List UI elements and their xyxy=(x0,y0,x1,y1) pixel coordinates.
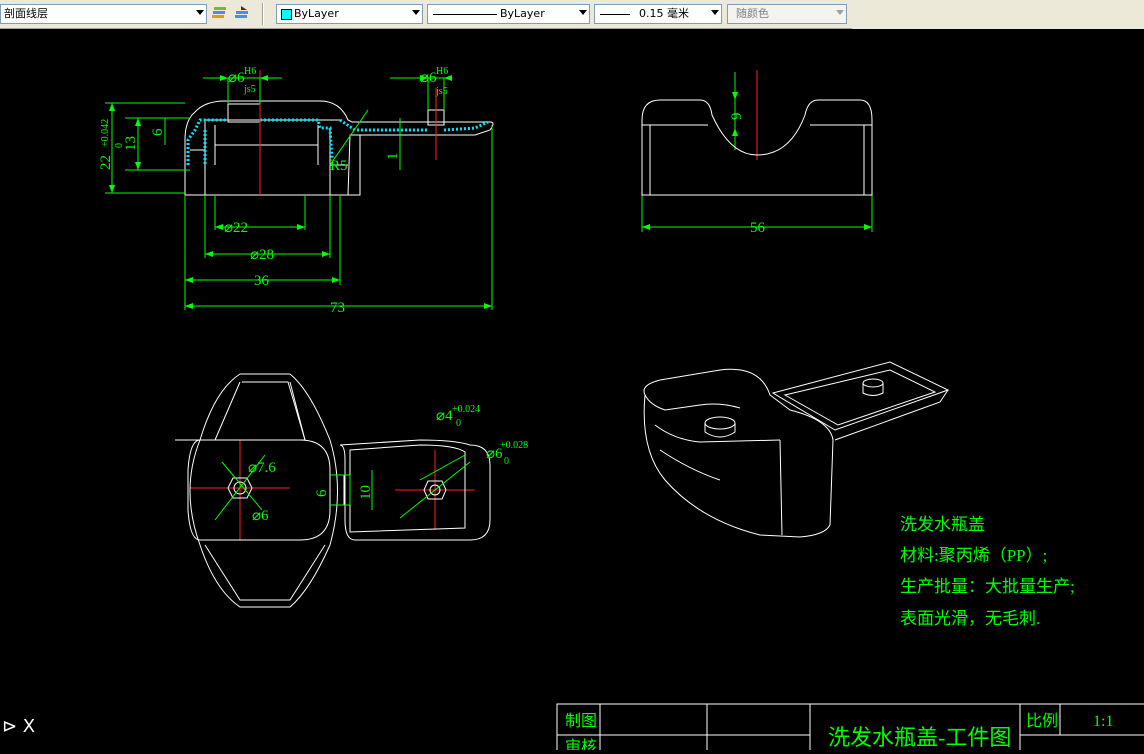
title-block-drawing-name: 洗发水瓶盖-工件图 xyxy=(828,725,1011,750)
title-block-scale-label: 比例 xyxy=(1026,712,1058,730)
dim-js5-left: js5 xyxy=(243,84,256,95)
dim-r5: R5 xyxy=(330,158,348,174)
dim-d6-left: ⌀6 xyxy=(228,70,245,86)
linetype-preview-icon xyxy=(433,14,497,15)
linetype-combo[interactable]: ByLayer xyxy=(427,4,590,24)
dim-d4-tol: +0.024 xyxy=(452,404,480,415)
dim-h6-left: H6 xyxy=(244,66,256,77)
drawing-canvas[interactable]: ⌀6 H6 js5 ⌀6 H6 js5 ⌀22 ⌀28 36 73 56 R5 … xyxy=(0,29,1144,754)
dim-d4: ⌀4 xyxy=(436,408,453,424)
command-prompt[interactable]: ⊳ X xyxy=(2,716,35,737)
layer-previous-icon[interactable] xyxy=(233,5,251,23)
section-view xyxy=(184,100,494,196)
dim-6: 6 xyxy=(150,128,166,136)
dim-73: 73 xyxy=(330,300,345,316)
chevron-down-icon[interactable] xyxy=(711,10,719,15)
dim-d4-tol-low: 0 xyxy=(456,418,461,429)
dim-10-v: 10 xyxy=(358,485,374,500)
note-batch: 生产批量：大批量生产; xyxy=(900,577,1075,596)
isometric-view xyxy=(643,361,950,538)
dim-1: 1 xyxy=(385,153,401,161)
lineweight-preview-icon xyxy=(600,14,630,15)
linetype-combo-value: ByLayer xyxy=(500,7,545,20)
note-title: 洗发水瓶盖 xyxy=(900,515,985,534)
color-swatch-icon xyxy=(281,9,292,20)
chevron-down-icon xyxy=(836,10,844,15)
dim-js5-right: js5 xyxy=(435,86,448,97)
lineweight-combo[interactable]: 0.15 毫米 xyxy=(594,4,722,24)
chevron-down-icon[interactable] xyxy=(412,10,420,15)
color-combo[interactable]: ByLayer xyxy=(276,4,423,24)
dim-d28: ⌀28 xyxy=(250,247,274,263)
dim-9: 9 xyxy=(729,113,745,121)
note-material: 材料:聚丙烯（PP）; xyxy=(900,546,1047,565)
dim-d6-hex: ⌀6 xyxy=(252,508,269,524)
layer-combo-value: 剖面线层 xyxy=(4,7,48,20)
layer-states-icon[interactable] xyxy=(210,5,228,23)
dim-d7-6: ⌀7.6 xyxy=(248,460,276,476)
dim-d6-right-tol-low: 0 xyxy=(504,456,509,467)
toolbar-separator xyxy=(262,3,264,25)
drawing-svg: ⌀6 H6 js5 ⌀6 H6 js5 ⌀22 ⌀28 36 73 56 R5 … xyxy=(98,66,1144,754)
note-surface: 表面光滑，无毛刺. xyxy=(900,609,1040,628)
plotstyle-combo-value: 随颜色 xyxy=(736,7,769,20)
dim-d22: ⌀22 xyxy=(224,220,248,236)
dim-13: 13 xyxy=(123,136,139,151)
dim-22: 22 xyxy=(98,155,114,170)
dim-h6-right: H6 xyxy=(436,66,448,77)
dimension-arrows xyxy=(109,75,872,309)
dim-d6-right-tol: +0.028 xyxy=(500,440,528,451)
layer-combo[interactable]: 剖面线层 xyxy=(0,4,207,24)
toolbar-empty-area xyxy=(852,0,1144,29)
properties-toolbar: 剖面线层 ByLayer ByLayer 0.15 毫米 随颜色 xyxy=(0,0,1144,29)
title-block-reviewed-by: 审核 xyxy=(565,738,597,750)
dim-22-tol: +0.042 xyxy=(100,119,111,147)
color-combo-value: ByLayer xyxy=(294,7,339,20)
chevron-down-icon[interactable] xyxy=(196,10,204,15)
chevron-down-icon[interactable] xyxy=(579,10,587,15)
lineweight-combo-value: 0.15 毫米 xyxy=(639,7,689,20)
dim-d6-right: ⌀6 xyxy=(420,70,437,86)
title-block-drawn-by: 制图 xyxy=(565,712,597,730)
plotstyle-combo: 随颜色 xyxy=(727,4,847,24)
dim-36: 36 xyxy=(254,273,270,289)
title-block-scale-value: 1:1 xyxy=(1093,713,1113,730)
dim-6-v: 6 xyxy=(314,489,330,497)
dim-56: 56 xyxy=(750,220,766,236)
